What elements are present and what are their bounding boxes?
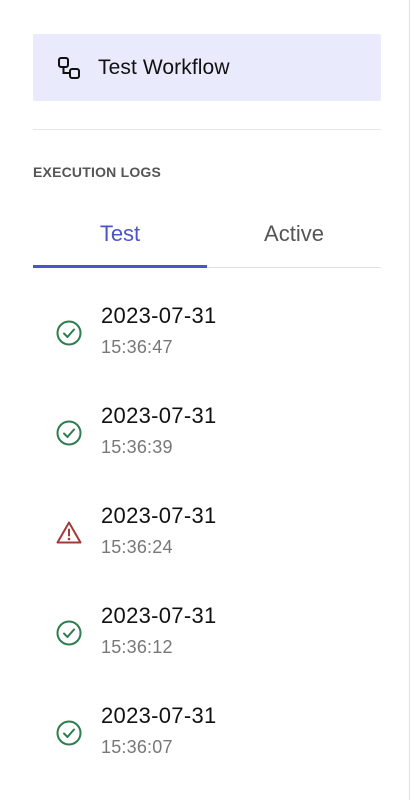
divider — [33, 129, 381, 130]
log-list: 2023-07-31 15:36:47 2023-07-31 15:36:39 — [0, 295, 410, 795]
log-date: 2023-07-31 — [101, 403, 217, 428]
log-date: 2023-07-31 — [101, 303, 217, 328]
tab-test[interactable]: Test — [33, 208, 207, 268]
list-item[interactable]: 2023-07-31 15:36:24 — [0, 495, 410, 595]
log-time: 15:36:24 — [101, 537, 173, 557]
log-date: 2023-07-31 — [101, 703, 217, 728]
list-item[interactable]: 2023-07-31 15:36:39 — [0, 395, 410, 495]
tab-active[interactable]: Active — [207, 208, 381, 268]
log-time: 15:36:12 — [101, 637, 173, 657]
log-date: 2023-07-31 — [101, 603, 217, 628]
right-gutter — [410, 0, 420, 800]
workflow-nodes-icon — [56, 55, 82, 81]
execution-logs-panel: Test Workflow EXECUTION LOGS Test Active… — [0, 0, 410, 800]
list-item[interactable]: 2023-07-31 15:36:12 — [0, 595, 410, 695]
list-item[interactable]: 2023-07-31 15:36:47 — [0, 295, 410, 395]
log-tabs: Test Active — [33, 208, 381, 268]
log-time: 15:36:07 — [101, 737, 173, 757]
log-time: 15:36:47 — [101, 337, 173, 357]
log-time: 15:36:39 — [101, 437, 173, 457]
list-item[interactable]: 2023-07-31 15:36:07 — [0, 695, 410, 795]
check-circle-icon — [55, 419, 83, 447]
check-circle-icon — [55, 619, 83, 647]
section-title: EXECUTION LOGS — [33, 164, 162, 180]
check-circle-icon — [55, 319, 83, 347]
log-date: 2023-07-31 — [101, 503, 217, 528]
workflow-title: Test Workflow — [98, 55, 230, 79]
workflow-card[interactable]: Test Workflow — [33, 34, 381, 101]
warning-triangle-icon — [55, 519, 83, 547]
check-circle-icon — [55, 719, 83, 747]
